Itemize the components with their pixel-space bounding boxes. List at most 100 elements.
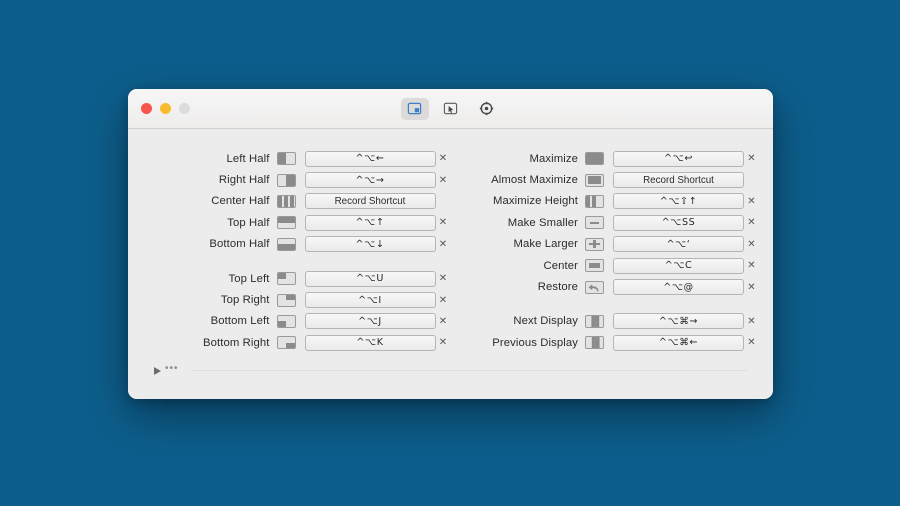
display-prev-icon [585,336,604,350]
half-left-icon [276,152,296,166]
minimize-window-button[interactable] [160,103,171,114]
quad-top-left-icon [276,272,296,286]
half-top-icon [276,216,296,230]
shortcut-field[interactable]: ^⌥⌘← [613,334,744,351]
clear-shortcut-button[interactable]: ✕ [436,295,451,306]
shortcut-field-group: ^⌥→ ✕ [304,172,451,189]
shortcut-row-label: Top Right [220,294,270,307]
almost-maximize-icon [585,173,604,187]
more-options-label[interactable]: ••• [165,364,179,377]
clear-shortcut-button[interactable]: ✕ [744,260,759,271]
center-icon [585,259,604,273]
shortcut-field[interactable]: ^⌥J [304,313,436,330]
shortcut-row-label: Maximize [529,152,578,165]
record-shortcut-button[interactable]: Record Shortcut [304,193,436,210]
restore-arrow-icon [585,280,604,294]
shortcut-field-group: ^⌥↓ ✕ [304,236,451,253]
half-center-icon [276,194,296,208]
half-bottom-icon [276,237,296,251]
clear-shortcut-button[interactable]: ✕ [744,217,759,228]
shortcut-field[interactable]: ^⌥@ [613,279,744,296]
shortcut-row-label: Restore [537,281,578,294]
shortcut-row-label: Maximize Height [493,195,578,208]
shortcut-row: Bottom Right ^⌥K ✕ [142,332,451,353]
shortcut-field[interactable]: ^⌥‘ [613,236,744,253]
shortcut-field-group: ^⌥U ✕ [304,270,451,287]
quad-top-right-icon [276,293,296,307]
shortcut-row: Center Half Record Shortcut✕ [142,191,451,212]
clear-shortcut-button[interactable]: ✕ [744,282,759,293]
shortcut-row-label: Previous Display [492,336,578,349]
clear-shortcut-button[interactable]: ✕ [744,316,759,327]
shortcut-field-group: Record Shortcut✕ [304,193,451,210]
shortcut-field[interactable]: ^⌥↑ [304,214,436,231]
shortcut-columns: Left Half ^⌥← ✕ Right Half ^⌥→ ✕ Center Half Re… [128,148,773,354]
half-right-icon [276,173,296,187]
clear-shortcut-button[interactable]: ✕ [436,153,451,164]
shortcut-row: Make Larger ^⌥‘ ✕ [451,234,760,255]
shortcut-field[interactable]: ^⌥K [304,334,436,351]
shortcut-row: Bottom Left ^⌥J ✕ [142,311,451,332]
maximize-height-icon [585,194,604,208]
shortcut-field[interactable]: ^⌥⇧↑ [613,193,744,210]
shortcut-row: Left Half ^⌥← ✕ [142,148,451,169]
clear-shortcut-button[interactable]: ✕ [436,217,451,228]
shortcut-field[interactable]: ^⌥⌘→ [613,313,744,330]
shortcut-field[interactable]: ^⌥→ [304,172,436,189]
shortcut-row: Right Half ^⌥→ ✕ [142,169,451,190]
shortcut-row: Bottom Half ^⌥↓ ✕ [142,234,451,255]
shortcut-row-label: Right Half [218,174,270,187]
shortcut-field[interactable]: ^⌥I [304,292,436,309]
clear-shortcut-button[interactable]: ✕ [744,153,759,164]
toolbar-tab-drag-snap[interactable] [437,98,465,120]
shortcut-row-label: Bottom Half [209,238,270,251]
shortcut-field[interactable]: ^⌥U [304,270,436,287]
shortcut-field-group: ^⌥SS ✕ [613,214,759,231]
shortcut-row: Top Half ^⌥↑ ✕ [142,212,451,233]
shortcut-row-label: Top Left [228,272,270,285]
shortcut-field[interactable]: ^⌥↩ [613,150,744,167]
shortcut-field-group: ^⌥K ✕ [304,334,451,351]
shortcut-field[interactable]: ^⌥↓ [304,236,436,253]
shortcut-field-group: ^⌥⌘← ✕ [613,334,759,351]
shortcut-row-label: Left Half [226,152,270,165]
display-next-icon [585,314,604,328]
shortcut-field-group: ^⌥@ ✕ [613,279,759,296]
clear-shortcut-button[interactable]: ✕ [436,273,451,284]
shortcut-row: Maximize ^⌥↩ ✕ [451,148,760,169]
record-shortcut-button[interactable]: Record Shortcut [613,172,744,189]
app-window: Left Half ^⌥← ✕ Right Half ^⌥→ ✕ Center Half Re… [128,89,773,399]
clear-shortcut-button[interactable]: ✕ [744,239,759,250]
shortcut-row: Previous Display ^⌥⌘← ✕ [451,332,760,353]
shortcut-row-label: Make Smaller [507,216,578,229]
clear-shortcut-button[interactable]: ✕ [436,239,451,250]
clear-shortcut-button[interactable]: ✕ [744,196,759,207]
shortcut-field-group: ^⌥I ✕ [304,292,451,309]
clear-shortcut-button[interactable]: ✕ [436,316,451,327]
shortcut-field-group: ^⌥↑ ✕ [304,214,451,231]
right-shortcut-column: Maximize ^⌥↩ ✕ Almost Maximize Record Shortc… [451,148,760,354]
maximize-icon [585,152,604,166]
disclosure-triangle-icon[interactable] [154,366,161,375]
shortcut-field[interactable]: ^⌥SS [613,214,744,231]
shortcut-field-group: ^⌥C ✕ [613,257,759,274]
close-window-button[interactable] [141,103,152,114]
clear-shortcut-button[interactable]: ✕ [436,175,451,186]
footer-divider [190,370,747,371]
shortcut-field-group: ^⌥← ✕ [304,150,451,167]
gear-icon [479,101,494,116]
shortcut-field-group: ^⌥‘ ✕ [613,236,759,253]
window-content: Left Half ^⌥← ✕ Right Half ^⌥→ ✕ Center Half Re… [128,129,773,399]
window-thirds-icon [407,102,422,115]
shortcut-field[interactable]: ^⌥C [613,257,744,274]
clear-shortcut-button[interactable]: ✕ [436,337,451,348]
shortcut-field[interactable]: ^⌥← [304,150,436,167]
toolbar-tab-snap-areas[interactable] [400,97,429,120]
shortcut-row: Top Left ^⌥U ✕ [142,268,451,289]
shortcut-row-label: Center [543,259,578,272]
shortcut-row-label: Top Half [227,216,270,229]
shortcut-field-group: ^⌥⌘→ ✕ [613,313,759,330]
toolbar-tab-preferences[interactable] [473,98,501,120]
plus-icon [585,237,604,251]
clear-shortcut-button[interactable]: ✕ [744,337,759,348]
